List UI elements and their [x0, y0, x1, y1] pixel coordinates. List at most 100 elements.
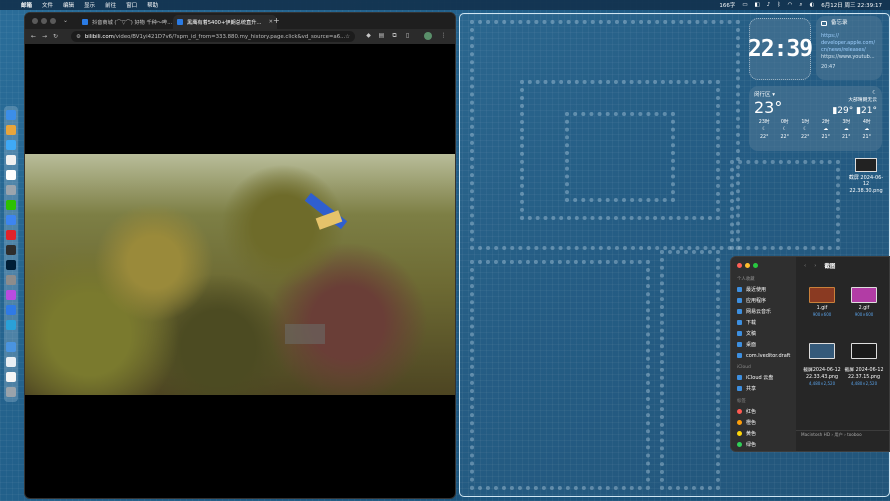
input-method-icon[interactable]: ◧ [755, 2, 760, 8]
sidebar-section-favorites: 个人收藏 [737, 277, 755, 282]
sidebar-item-desktop[interactable]: 桌面 [731, 339, 796, 350]
note-line: https://www.youtub... [821, 53, 875, 60]
control-center-icon[interactable]: ◐ [809, 2, 814, 8]
bluetooth-icon[interactable]: ᛒ [777, 2, 780, 8]
finder-title: 截图 [824, 264, 836, 270]
document-dock-icon[interactable] [6, 357, 16, 367]
file-item[interactable]: 2.gif 900×600 [844, 287, 884, 317]
desktop-screenshot-file[interactable]: 截屏 2024-06-12 22.38.30.png [846, 158, 886, 194]
gif-thumbnail [851, 287, 877, 303]
menu-window[interactable]: 窗口 [126, 1, 137, 9]
reload-icon[interactable]: ↻ [50, 33, 61, 40]
downloads-folder-dock-icon[interactable] [6, 342, 16, 352]
menu-kebab-icon[interactable]: ⋮ [438, 32, 449, 39]
png-thumbnail [851, 343, 877, 360]
app-dock-icon[interactable] [6, 275, 16, 285]
sidebar-item-downloads[interactable]: 下载 [731, 317, 796, 328]
sidebar-tag-green[interactable]: 绿色 [731, 439, 796, 450]
wifi-icon[interactable]: ◠ [788, 2, 793, 8]
photoshop-dock-icon[interactable] [6, 260, 16, 270]
menu-edit[interactable]: 编辑 [63, 1, 74, 9]
minimize-window-button[interactable] [41, 18, 47, 24]
extension-icon[interactable]: ▤ [376, 32, 387, 39]
weather-location: 闵行区 ▾ [754, 92, 776, 98]
notes-widget[interactable]: 备忘录 https:// developer.apple.com/ cn/new… [816, 16, 882, 80]
sidebar-item-netease-music[interactable]: 网易云音乐 [731, 306, 796, 317]
file-item[interactable]: 截屏2024-06-12 22.33.43.png 4,480×2,520 [802, 337, 842, 392]
status-text[interactable]: 166字 [719, 1, 735, 9]
menu-view[interactable]: 显示 [84, 1, 95, 9]
dock [4, 106, 18, 402]
safari-dock-icon[interactable] [6, 140, 16, 150]
finder-dock-icon[interactable] [6, 110, 16, 120]
app-dock-icon[interactable] [6, 320, 16, 330]
site-info-icon[interactable]: ⚙ [76, 34, 81, 40]
trash-dock-icon[interactable] [6, 387, 16, 397]
zoom-window-button[interactable] [753, 263, 758, 268]
weather-widget[interactable]: 闵行区 ▾ ☾ 23° 大部晴朗无云 ▮29° ▮21° 23时 ☾ 22° 0时 ☾… [749, 86, 882, 151]
calendar-dock-icon[interactable] [6, 155, 16, 165]
search-icon[interactable]: ⌕ [799, 2, 802, 9]
zoom-window-button[interactable] [50, 18, 56, 24]
menu-go[interactable]: 前往 [105, 1, 116, 9]
minimize-window-button[interactable] [745, 263, 750, 268]
forward-icon[interactable]: → [39, 33, 50, 40]
sidebar-tag-red[interactable]: 红色 [731, 406, 796, 417]
menubar-clock[interactable]: 6月12日 周三 22:39:17 [821, 1, 882, 9]
folder-icon [737, 353, 742, 358]
finder-sidebar: 个人收藏 最近使用 应用程序 网易云音乐 下载 文稿 桌面 com.lvedit… [731, 257, 796, 451]
new-tab-button[interactable]: + [273, 16, 280, 25]
settings-dock-icon[interactable] [6, 185, 16, 195]
app-dock-icon[interactable] [6, 290, 16, 300]
weather-high: 29° [837, 105, 854, 116]
xcode-dock-icon[interactable] [6, 305, 16, 315]
terminal-dock-icon[interactable] [6, 245, 16, 255]
weather-temp: 23° [754, 98, 783, 118]
forward-icon[interactable]: › [814, 263, 816, 269]
file-item[interactable]: 1.gif 900×600 [802, 287, 842, 317]
sidebar-tag-orange[interactable]: 橙色 [731, 417, 796, 428]
sidebar-item-shared[interactable]: 共享 [731, 383, 796, 394]
back-icon[interactable]: ‹ [804, 263, 806, 269]
sidebar-item-documents[interactable]: 文稿 [731, 328, 796, 339]
notes-folder-icon [821, 21, 827, 27]
note-line: cn/news/releases/ [821, 46, 866, 53]
path-bar[interactable]: Macintosh HD › 用户 › tooboo [796, 430, 889, 439]
tab-1[interactable]: 抖音商城 (⌒▽⌒) 好物 千种～哔... [78, 15, 178, 29]
file-item[interactable]: 截屏 2024-06-12 22.37.15.png 4,480×2,520 [844, 337, 884, 392]
tab-title: 黑鹰有着5400+伊朗总统直升... [187, 19, 262, 26]
notes-dock-icon[interactable] [6, 170, 16, 180]
profile-avatar[interactable] [424, 32, 432, 40]
sidebar-item-lveditor[interactable]: com.lveditor.draft [731, 350, 796, 361]
wechat-dock-icon[interactable] [6, 200, 16, 210]
launchpad-dock-icon[interactable] [6, 125, 16, 135]
bookmark-star-icon[interactable]: ☆ [345, 34, 350, 40]
chrome-dock-icon[interactable] [6, 215, 16, 225]
extensions-puzzle-icon[interactable]: ⧉ [389, 32, 400, 40]
sidebar-item-applications[interactable]: 应用程序 [731, 295, 796, 306]
screenshot-dock-icon[interactable] [6, 372, 16, 382]
close-window-button[interactable] [32, 18, 38, 24]
close-window-button[interactable] [737, 263, 742, 268]
battery-icon[interactable]: ▭ [742, 2, 747, 8]
back-icon[interactable]: ← [28, 33, 39, 40]
netease-music-dock-icon[interactable] [6, 230, 16, 240]
clock-widget[interactable]: 22:39 [748, 18, 813, 80]
tab-2-active[interactable]: 黑鹰有着5400+伊朗总统直升... ✕ [173, 15, 277, 29]
tab-search-icon[interactable]: ⌄ [63, 17, 68, 24]
note-line: developer.apple.com/ [821, 40, 875, 47]
menu-help[interactable]: 帮助 [147, 1, 158, 9]
extension-icon[interactable]: ◆ [363, 32, 374, 39]
sidebar-item-icloud-drive[interactable]: iCloud 云盘 [731, 372, 796, 383]
sidebar-tag-yellow[interactable]: 黄色 [731, 428, 796, 439]
address-bar[interactable]: ⚙ bilibili.com/video/BV1yi421D7v6/?spm_i… [71, 31, 355, 42]
video-player[interactable] [25, 154, 455, 395]
menu-bar: 邮箱 文件 编辑 显示 前往 窗口 帮助 166字 ▭ ◧ ♪ ᛒ ◠ ⌕ ◐ … [0, 0, 890, 10]
sidebar-icon[interactable]: ▯ [402, 32, 413, 39]
tab-close-icon[interactable]: ✕ [265, 19, 273, 25]
tab-title: 抖音商城 (⌒▽⌒) 好物 千种～哔... [92, 19, 173, 26]
music-icon[interactable]: ♪ [767, 2, 771, 8]
sidebar-item-recents[interactable]: 最近使用 [731, 284, 796, 295]
menu-file[interactable]: 文件 [42, 1, 53, 9]
menu-app-name[interactable]: 邮箱 [21, 1, 32, 9]
